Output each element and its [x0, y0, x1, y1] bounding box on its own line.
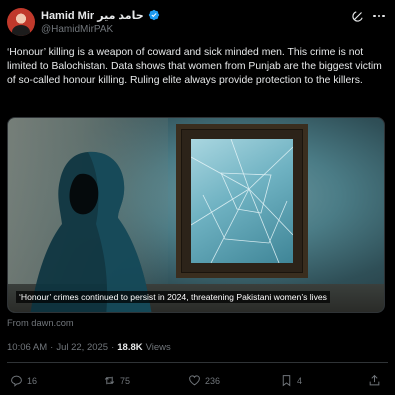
tweet-meta: 10:06 AM · Jul 22, 2025 · 18.8K Views — [7, 342, 171, 353]
views-count: 18.8K — [117, 342, 143, 353]
tweet-time[interactable]: 10:06 AM — [7, 342, 47, 353]
author-name-row: Hamid Mir حامد میر — [41, 8, 160, 22]
tweet-card: Hamid Mir حامد میر @HamidMirPAK ‘Honour’… — [0, 0, 395, 395]
tweet-text: ‘Honour’ killing is a weapon of coward a… — [7, 47, 382, 87]
avatar[interactable] — [7, 8, 35, 36]
action-bar: 16 75 236 4 — [0, 374, 395, 390]
like-count: 236 — [205, 375, 221, 386]
more-icon[interactable] — [372, 9, 386, 23]
repost-count: 75 — [120, 375, 131, 386]
glass-cracks — [191, 139, 293, 263]
meta-separator: · — [111, 342, 115, 353]
cracked-mirror — [176, 124, 308, 278]
bookmark-icon — [282, 375, 291, 387]
link-source[interactable]: From dawn.com — [7, 318, 74, 328]
heart-icon — [189, 375, 200, 386]
reply-count: 16 — [27, 375, 38, 386]
bookmark-button[interactable]: 4 — [280, 374, 302, 387]
share-button[interactable] — [368, 374, 381, 387]
veiled-woman-silhouette — [30, 151, 152, 312]
meta-separator: · — [50, 342, 54, 353]
author-display-name[interactable]: Hamid Mir حامد میر — [41, 9, 144, 22]
views-label: Views — [145, 342, 171, 353]
link-preview-image[interactable]: ‘Honour’ crimes continued to persist in … — [7, 117, 385, 313]
verified-badge-icon — [148, 9, 159, 21]
repost-button[interactable]: 75 — [103, 374, 130, 387]
media-caption: ‘Honour’ crimes continued to persist in … — [16, 291, 330, 303]
share-icon — [369, 374, 380, 386]
author-handle[interactable]: @HamidMirPAK — [41, 24, 113, 35]
repost-icon — [104, 376, 115, 385]
grok-icon[interactable] — [351, 9, 365, 23]
like-button[interactable]: 236 — [188, 374, 220, 387]
bookmark-count: 4 — [297, 375, 303, 386]
tweet-date[interactable]: Jul 22, 2025 — [56, 342, 108, 353]
mirror-glass — [191, 139, 293, 263]
divider — [7, 362, 388, 363]
reply-icon — [11, 375, 22, 387]
reply-button[interactable]: 16 — [10, 374, 37, 387]
